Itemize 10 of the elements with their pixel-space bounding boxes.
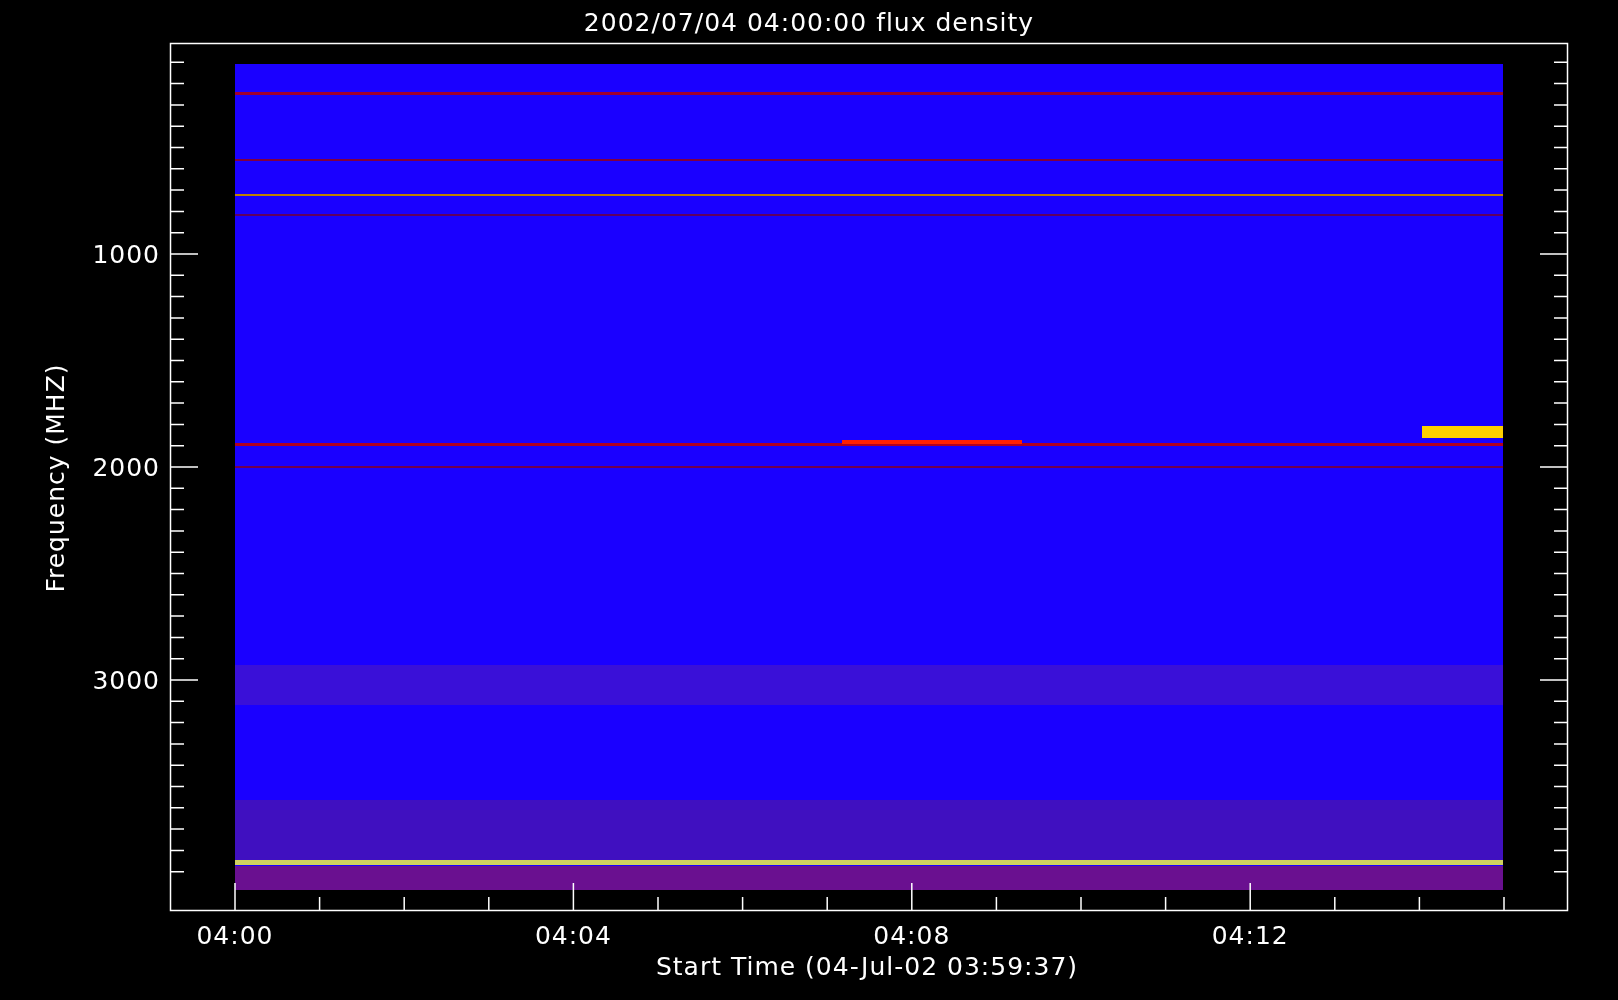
x-axis-label: Start Time (04-Jul-02 03:59:37) bbox=[655, 952, 1079, 981]
x-tick-label: 04:08 bbox=[873, 921, 951, 950]
x-tick-label: 04:12 bbox=[1211, 921, 1289, 950]
y-tick-label: 3000 bbox=[92, 666, 160, 695]
x-tick-label: 04:00 bbox=[196, 921, 274, 950]
y-tick-label: 2000 bbox=[92, 453, 160, 482]
chart-title: 2002/07/04 04:00:00 flux density bbox=[583, 8, 1035, 37]
x-tick-label: 04:04 bbox=[534, 921, 612, 950]
y-tick-label: 1000 bbox=[92, 240, 160, 269]
y-axis-label: Frequency (MHZ) bbox=[41, 363, 70, 593]
